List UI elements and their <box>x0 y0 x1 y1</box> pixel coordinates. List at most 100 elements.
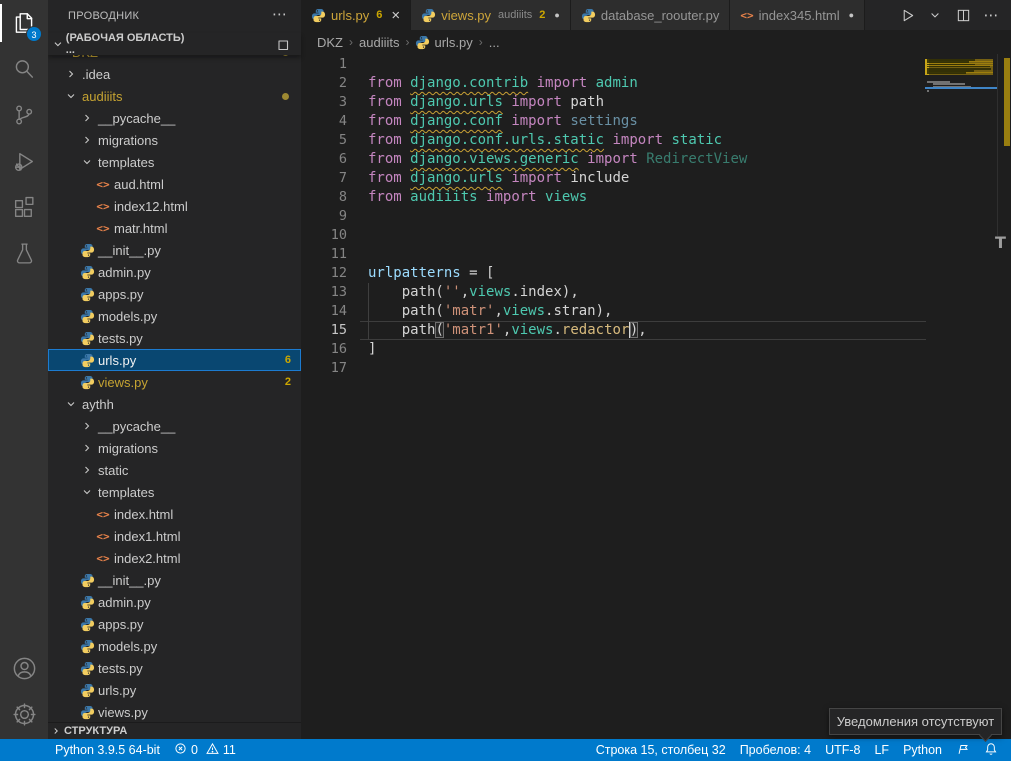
code-line-16[interactable]: 16] <box>301 340 1011 359</box>
new-file-button[interactable] <box>195 35 213 53</box>
cursor-position-item[interactable]: Строка 15, столбец 32 <box>589 739 733 761</box>
source-control-icon <box>11 102 37 128</box>
code-line-7[interactable]: 7from django.urls import include <box>301 169 1011 188</box>
activity-account[interactable] <box>0 645 48 691</box>
notifications-bell-item[interactable] <box>977 739 1005 761</box>
tree-item-migrations[interactable]: migrations <box>48 437 301 459</box>
tree-item-tests.py[interactable]: tests.py <box>48 657 301 679</box>
overview-ruler-warning-strip <box>1004 58 1010 146</box>
tree-item-aud.html[interactable]: <>aud.html <box>48 173 301 195</box>
outline-section-header[interactable]: СТРУКТУРА <box>48 722 301 739</box>
code-line-10[interactable]: 10 <box>301 226 1011 245</box>
tab-urls.py[interactable]: urls.py6× <box>301 0 411 30</box>
code-line-1[interactable]: 1 <box>301 55 1011 74</box>
activity-search[interactable] <box>0 46 48 92</box>
tree-item-urls.py[interactable]: urls.py6 <box>48 349 301 371</box>
new-folder-button[interactable] <box>221 35 239 53</box>
activity-source-control[interactable] <box>0 92 48 138</box>
tree-item-audiiits[interactable]: audiiits <box>48 85 301 107</box>
tree-item-apps.py[interactable]: apps.py <box>48 283 301 305</box>
breadcrumb-item[interactable]: DKZ <box>317 35 343 50</box>
tree-item-views.py[interactable]: views.py <box>48 701 301 722</box>
tab-views.py[interactable]: views.pyaudiiits2● <box>411 0 571 30</box>
run-button[interactable] <box>895 3 919 27</box>
tab-index345.html[interactable]: <>index345.html● <box>730 0 865 30</box>
code-line-3[interactable]: 3from django.urls import path <box>301 93 1011 112</box>
code-line-12[interactable]: 12urlpatterns = [ <box>301 264 1011 283</box>
activity-settings[interactable] <box>0 691 48 737</box>
activity-extensions[interactable] <box>0 184 48 230</box>
feedback-item[interactable] <box>949 739 977 761</box>
tree-item-migrations[interactable]: migrations <box>48 129 301 151</box>
close-icon[interactable]: × <box>391 7 400 24</box>
code-line-17[interactable]: 17 <box>301 359 1011 378</box>
sidebar-more-button[interactable]: ⋯ <box>272 0 287 33</box>
breadcrumb-item[interactable]: urls.py <box>415 35 472 50</box>
activity-run-debug[interactable] <box>0 138 48 184</box>
tab-description: audiiits <box>498 9 532 21</box>
tree-item-__init__.py[interactable]: __init__.py <box>48 239 301 261</box>
tree-item-matr.html[interactable]: <>matr.html <box>48 217 301 239</box>
run-dropdown-button[interactable] <box>923 3 947 27</box>
tree-item-index1.html[interactable]: <>index1.html <box>48 525 301 547</box>
code-line-14[interactable]: 14 path('matr',views.stran), <box>301 302 1011 321</box>
chevron-right-icon <box>65 68 77 80</box>
tree-item-admin.py[interactable]: admin.py <box>48 591 301 613</box>
workspace-section-header[interactable]: (РАБОЧАЯ ОБЛАСТЬ) ... <box>48 33 301 55</box>
activity-explorer[interactable]: 3 <box>0 0 48 46</box>
code-line-11[interactable]: 11 <box>301 245 1011 264</box>
eol-item[interactable]: LF <box>867 739 896 761</box>
tree-item-label: tests.py <box>98 331 143 346</box>
code-editor[interactable]: 12from django.contrib import admin3from … <box>301 54 1011 739</box>
tree-item-DKZ[interactable]: DKZ <box>48 55 301 63</box>
tree-item-tests.py[interactable]: tests.py <box>48 327 301 349</box>
chevron-right-icon <box>81 420 93 432</box>
tree-item-models.py[interactable]: models.py <box>48 635 301 657</box>
collapse-all-button[interactable] <box>273 35 291 53</box>
more-button[interactable]: ⋯ <box>979 3 1003 27</box>
line-number: 13 <box>301 283 347 302</box>
code-line-15[interactable]: 15 path('matr1',views.redactor), <box>301 321 1011 340</box>
tree-item-templates[interactable]: templates <box>48 481 301 503</box>
code-line-6[interactable]: 6from django.views.generic import Redire… <box>301 150 1011 169</box>
code-line-2[interactable]: 2from django.contrib import admin <box>301 74 1011 93</box>
encoding-item[interactable]: UTF-8 <box>818 739 867 761</box>
problems-item[interactable]: 0 11 <box>167 739 243 761</box>
tree-item-models.py[interactable]: models.py <box>48 305 301 327</box>
code-line-4[interactable]: 4from django.conf import settings <box>301 112 1011 131</box>
split-editor-button[interactable] <box>951 3 975 27</box>
code-line-8[interactable]: 8from audiiits import views <box>301 188 1011 207</box>
tab-database_roouter.py[interactable]: database_roouter.py <box>571 0 731 30</box>
indentation-item[interactable]: Пробелов: 4 <box>733 739 818 761</box>
code-line-13[interactable]: 13 path('',views.index), <box>301 283 1011 302</box>
code-line-9[interactable]: 9 <box>301 207 1011 226</box>
tree-item-__init__.py[interactable]: __init__.py <box>48 569 301 591</box>
minimap[interactable] <box>925 55 997 745</box>
tree-item-index2.html[interactable]: <>index2.html <box>48 547 301 569</box>
tree-item-__pycache__[interactable]: __pycache__ <box>48 415 301 437</box>
code-text: path('',views.index), <box>347 283 579 302</box>
tree-item-static[interactable]: static <box>48 459 301 481</box>
feedback-icon <box>956 742 970 759</box>
tree-item-__pycache__[interactable]: __pycache__ <box>48 107 301 129</box>
language-mode-item[interactable]: Python <box>896 739 949 761</box>
tree-item-.idea[interactable]: .idea <box>48 63 301 85</box>
tree-item-admin.py[interactable]: admin.py <box>48 261 301 283</box>
tree-item-aythh[interactable]: aythh <box>48 393 301 415</box>
tree-item-apps.py[interactable]: apps.py <box>48 613 301 635</box>
tree-item-label: templates <box>98 155 154 170</box>
activity-testing[interactable] <box>0 230 48 276</box>
tree-item-label: admin.py <box>98 265 151 280</box>
tree-item-views.py[interactable]: views.py2 <box>48 371 301 393</box>
code-line-5[interactable]: 5from django.conf.urls.static import sta… <box>301 131 1011 150</box>
tree-item-index12.html[interactable]: <>index12.html <box>48 195 301 217</box>
breadcrumb-item[interactable]: ... <box>489 35 500 50</box>
tree-item-label: index12.html <box>114 199 188 214</box>
tree-item-index.html[interactable]: <>index.html <box>48 503 301 525</box>
refresh-button[interactable] <box>247 35 265 53</box>
tree-item-urls.py[interactable]: urls.py <box>48 679 301 701</box>
python-file-icon <box>415 35 430 50</box>
python-interpreter-item[interactable]: Python 3.9.5 64-bit <box>48 739 167 761</box>
tree-item-templates[interactable]: templates <box>48 151 301 173</box>
breadcrumb-item[interactable]: audiiits <box>359 35 399 50</box>
